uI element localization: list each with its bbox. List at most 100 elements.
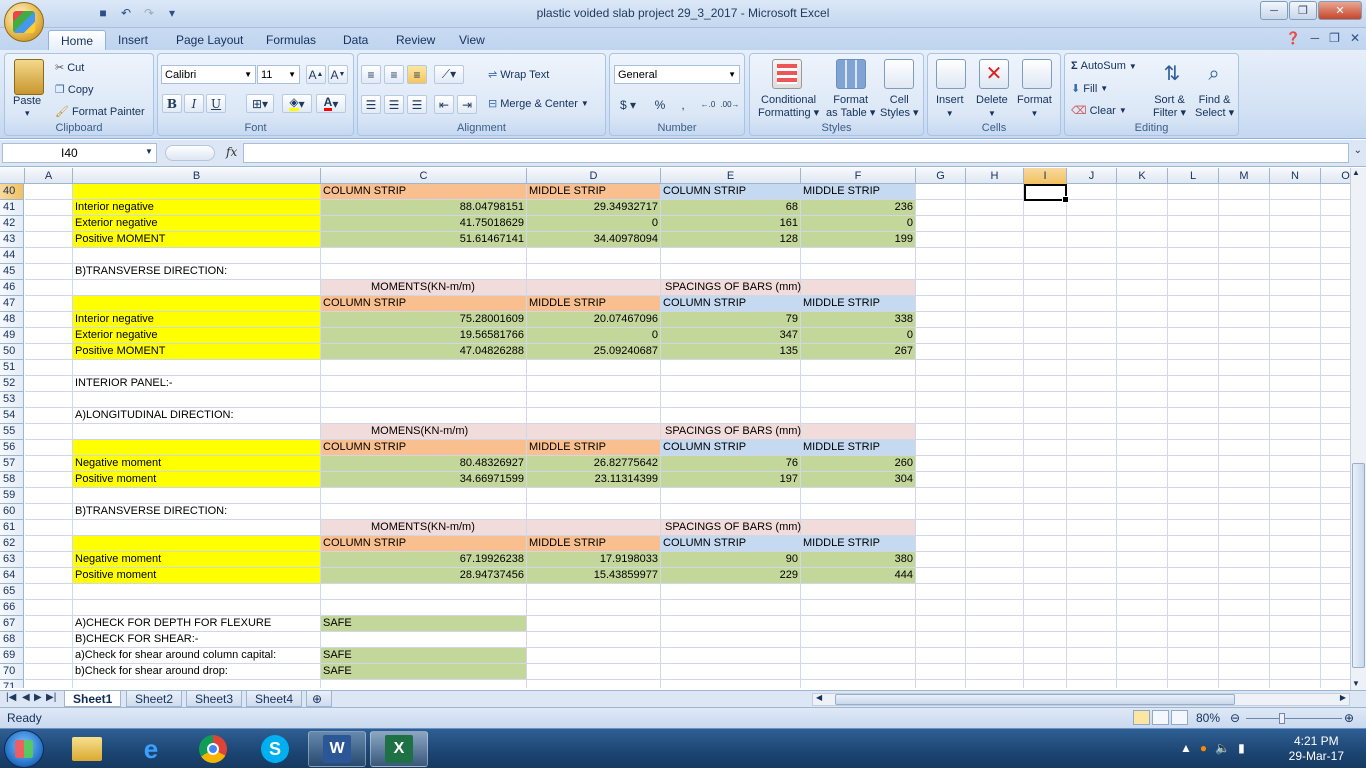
cell-l60[interactable] bbox=[1168, 504, 1219, 520]
cell-a70[interactable] bbox=[25, 664, 73, 680]
column-header-d[interactable]: D bbox=[527, 168, 661, 184]
cell-f60[interactable] bbox=[801, 504, 916, 520]
borders-button[interactable]: ⊞▾ bbox=[246, 94, 274, 113]
align-center-icon[interactable]: ☰ bbox=[384, 95, 404, 114]
cell-d44[interactable] bbox=[527, 248, 661, 264]
cell-m54[interactable] bbox=[1219, 408, 1270, 424]
cell-e63[interactable]: 90 bbox=[661, 552, 801, 568]
cell-c53[interactable] bbox=[321, 392, 527, 408]
page-layout-view-icon[interactable] bbox=[1152, 710, 1169, 725]
taskbar-explorer[interactable] bbox=[58, 731, 116, 767]
cell-f54[interactable] bbox=[801, 408, 916, 424]
cell-i50[interactable] bbox=[1024, 344, 1067, 360]
cell-b56[interactable] bbox=[73, 440, 321, 456]
worksheet-grid[interactable]: ABCDEFGHIJKLMNO 40 COLUMN STRIP MIDDLE STR… bbox=[0, 168, 1350, 688]
cell-b50[interactable]: Positive MOMENT bbox=[73, 344, 321, 360]
row-header[interactable]: 68 bbox=[0, 632, 24, 648]
cell-e53[interactable] bbox=[661, 392, 801, 408]
cell-e43[interactable]: 128 bbox=[661, 232, 801, 248]
cell-n42[interactable] bbox=[1270, 216, 1321, 232]
cell-i68[interactable] bbox=[1024, 632, 1067, 648]
cell-b67[interactable]: A)CHECK FOR DEPTH FOR FLEXURE bbox=[73, 616, 321, 632]
cell-f66[interactable] bbox=[801, 600, 916, 616]
cell-k56[interactable] bbox=[1117, 440, 1168, 456]
cell-k51[interactable] bbox=[1117, 360, 1168, 376]
row-header[interactable]: 70 bbox=[0, 664, 24, 680]
cell-i64[interactable] bbox=[1024, 568, 1067, 584]
cell-k41[interactable] bbox=[1117, 200, 1168, 216]
cell-o65[interactable] bbox=[1321, 584, 1350, 600]
column-header-e[interactable]: E bbox=[661, 168, 801, 184]
grow-font-button[interactable]: A ▲ bbox=[306, 65, 326, 84]
cell-o49[interactable] bbox=[1321, 328, 1350, 344]
cell-o70[interactable] bbox=[1321, 664, 1350, 680]
cell-k53[interactable] bbox=[1117, 392, 1168, 408]
cell-i52[interactable] bbox=[1024, 376, 1067, 392]
cell-o51[interactable] bbox=[1321, 360, 1350, 376]
delete-button[interactable]: Delete ▼ bbox=[976, 94, 1008, 120]
doc-minimize-icon[interactable]: ─ bbox=[1311, 31, 1320, 45]
cell-styles-button[interactable]: Cell Styles ▾ bbox=[880, 94, 919, 120]
cell-d64[interactable]: 15.43859977 bbox=[527, 568, 661, 584]
cell-n44[interactable] bbox=[1270, 248, 1321, 264]
cell-f42[interactable]: 0 bbox=[801, 216, 916, 232]
cell-a55[interactable] bbox=[25, 424, 73, 440]
cell-c55[interactable]: MOMENS(KN-m/m) bbox=[321, 424, 527, 440]
cell-o42[interactable] bbox=[1321, 216, 1350, 232]
cell-i53[interactable] bbox=[1024, 392, 1067, 408]
cell-o55[interactable] bbox=[1321, 424, 1350, 440]
cell-j64[interactable] bbox=[1067, 568, 1117, 584]
cell-m68[interactable] bbox=[1219, 632, 1270, 648]
cell-e69[interactable] bbox=[661, 648, 801, 664]
cell-o52[interactable] bbox=[1321, 376, 1350, 392]
column-header-f[interactable]: F bbox=[801, 168, 916, 184]
expand-formula-bar-icon[interactable]: ⌄ bbox=[1354, 145, 1362, 156]
cell-j48[interactable] bbox=[1067, 312, 1117, 328]
cell-g54[interactable] bbox=[916, 408, 966, 424]
cell-l57[interactable] bbox=[1168, 456, 1219, 472]
cell-a42[interactable] bbox=[25, 216, 73, 232]
cell-e50[interactable]: 135 bbox=[661, 344, 801, 360]
cut-button[interactable]: ✂ Cut bbox=[55, 61, 84, 75]
cell-h64[interactable] bbox=[966, 568, 1024, 584]
cell-i54[interactable] bbox=[1024, 408, 1067, 424]
cell-b62[interactable] bbox=[73, 536, 321, 552]
cell-g45[interactable] bbox=[916, 264, 966, 280]
column-header-i[interactable]: I bbox=[1024, 168, 1067, 184]
cell-o48[interactable] bbox=[1321, 312, 1350, 328]
cell-n70[interactable] bbox=[1270, 664, 1321, 680]
cell-h49[interactable] bbox=[966, 328, 1024, 344]
cell-h55[interactable] bbox=[966, 424, 1024, 440]
cell-o59[interactable] bbox=[1321, 488, 1350, 504]
cell-c52[interactable] bbox=[321, 376, 527, 392]
cell-f56[interactable]: MIDDLE STRIP bbox=[801, 440, 916, 456]
cell-n54[interactable] bbox=[1270, 408, 1321, 424]
tab-page-layout[interactable]: Page Layout bbox=[164, 30, 255, 50]
cell-h45[interactable] bbox=[966, 264, 1024, 280]
cell-e60[interactable] bbox=[661, 504, 801, 520]
cell-i48[interactable] bbox=[1024, 312, 1067, 328]
cell-k59[interactable] bbox=[1117, 488, 1168, 504]
cell-o62[interactable] bbox=[1321, 536, 1350, 552]
cell-b71[interactable] bbox=[73, 680, 321, 688]
cell-b52[interactable]: INTERIOR PANEL:- bbox=[73, 376, 321, 392]
cell-h53[interactable] bbox=[966, 392, 1024, 408]
cell-g63[interactable] bbox=[916, 552, 966, 568]
cell-l51[interactable] bbox=[1168, 360, 1219, 376]
zoom-thumb[interactable] bbox=[1279, 713, 1285, 724]
cell-a40[interactable] bbox=[25, 184, 73, 200]
cell-m41[interactable] bbox=[1219, 200, 1270, 216]
row-header[interactable]: 57 bbox=[0, 456, 24, 472]
row-header[interactable]: 56 bbox=[0, 440, 24, 456]
cell-b59[interactable] bbox=[73, 488, 321, 504]
office-button[interactable] bbox=[4, 2, 44, 42]
cell-n66[interactable] bbox=[1270, 600, 1321, 616]
taskbar-word[interactable]: W bbox=[308, 731, 366, 767]
cell-l42[interactable] bbox=[1168, 216, 1219, 232]
cell-a63[interactable] bbox=[25, 552, 73, 568]
align-top-icon[interactable]: ≡ bbox=[361, 65, 381, 84]
cell-a69[interactable] bbox=[25, 648, 73, 664]
cell-e56[interactable]: COLUMN STRIP bbox=[661, 440, 801, 456]
cell-f45[interactable] bbox=[801, 264, 916, 280]
cell-l61[interactable] bbox=[1168, 520, 1219, 536]
